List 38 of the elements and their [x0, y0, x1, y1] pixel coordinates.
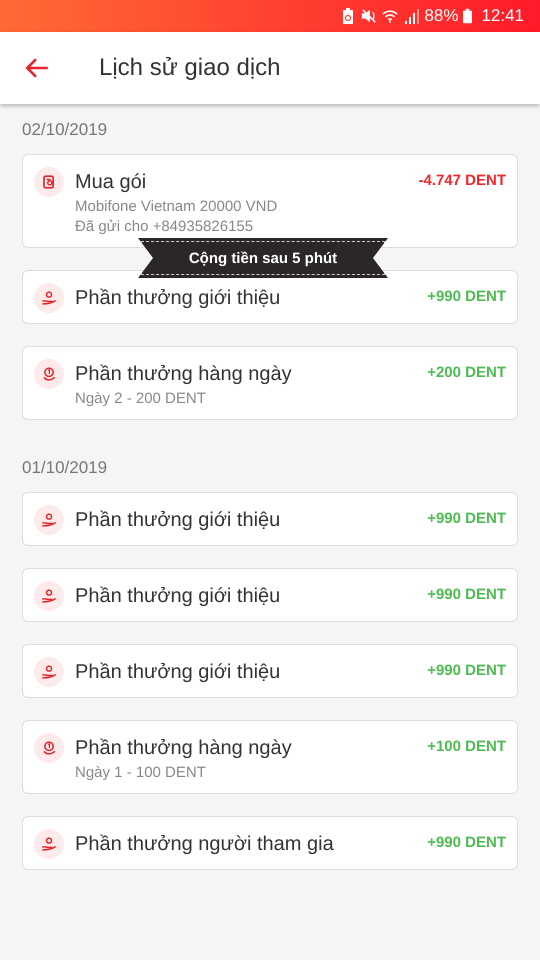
- transaction-amount: +990 DENT: [427, 833, 506, 853]
- transaction-title: Mua gói: [75, 170, 148, 195]
- transaction-card[interactable]: Phần thưởng hàng ngày Ngày 1 - 100 DENT +100 DENT: [22, 720, 518, 794]
- toast-banner: Cộng tiền sau 5 phút: [138, 238, 388, 278]
- transaction-card[interactable]: Phần thưởng hàng ngày Ngày 2 - 200 DENT +200 DENT: [22, 346, 518, 420]
- transaction-amount: +990 DENT: [427, 287, 506, 307]
- transaction-detail: Ngày 1 - 100 DENT: [75, 763, 207, 783]
- transaction-title: Phần thưởng giới thiệu: [75, 286, 282, 311]
- transaction-title: Phần thưởng giới thiệu: [75, 508, 282, 533]
- transaction-card[interactable]: Phần thưởng giới thiệu +990 DENT: [22, 270, 518, 324]
- transaction-card[interactable]: Phần thưởng giới thiệu +990 DENT: [22, 568, 518, 622]
- transaction-title: Phần thưởng người tham gia: [75, 832, 335, 857]
- transaction-card[interactable]: Phần thưởng giới thiệu +990 DENT: [22, 644, 518, 698]
- transaction-card[interactable]: Phần thưởng giới thiệu +990 DENT: [22, 492, 518, 546]
- mute-icon: [361, 8, 378, 24]
- transaction-card[interactable]: Mua gói Mobifone Vietnam 20000 VND Đã gửi cho +84935826155 -4.747 DENT: [22, 154, 518, 248]
- transaction-amount: +990 DENT: [427, 509, 506, 529]
- transaction-amount: +990 DENT: [427, 661, 506, 681]
- transaction-card[interactable]: Phần thưởng người tham gia +990 DENT: [22, 816, 518, 870]
- transaction-detail: Ngày 2 - 200 DENT: [75, 389, 207, 409]
- screen-title: Lịch sử giao dịch: [99, 54, 280, 82]
- wifi-icon: [382, 8, 398, 24]
- battery-percentage: 88%: [424, 6, 458, 26]
- date-header: 01/10/2019: [22, 457, 108, 479]
- signal-icon: [403, 8, 420, 24]
- transaction-amount: -4.747 DENT: [418, 171, 506, 191]
- transaction-detail: Đã gửi cho +84935826155: [75, 217, 254, 237]
- clock-time: 12:41: [481, 6, 524, 26]
- transaction-title: Phần thưởng giới thiệu: [75, 584, 282, 609]
- transaction-amount: +990 DENT: [427, 585, 506, 605]
- transaction-amount: +100 DENT: [427, 737, 506, 757]
- transaction-title: Phần thưởng hàng ngày: [75, 736, 293, 761]
- transaction-amount: +200 DENT: [427, 363, 506, 383]
- transaction-title: Phần thưởng giới thiệu: [75, 660, 282, 685]
- transaction-detail: Mobifone Vietnam 20000 VND: [75, 197, 278, 217]
- date-header: 02/10/2019: [22, 119, 108, 141]
- transaction-title: Phần thưởng hàng ngày: [75, 362, 293, 387]
- battery-icon: [463, 8, 472, 24]
